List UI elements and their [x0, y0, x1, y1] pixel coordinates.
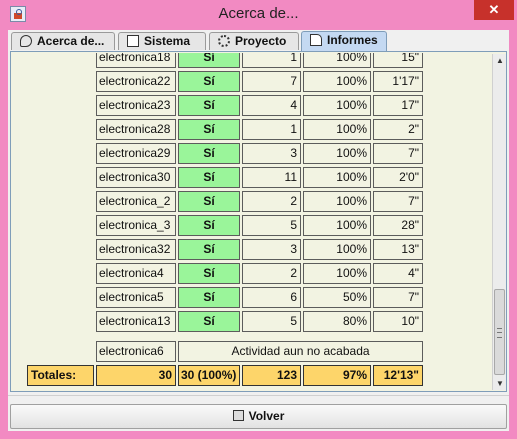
- tab-informes[interactable]: Informes: [301, 31, 387, 51]
- tab-strip: Acerca de... Sistema Proyecto Informes: [8, 30, 509, 52]
- row-time-cell: 7": [373, 191, 423, 212]
- monitor-icon: [127, 35, 139, 47]
- divider: [8, 395, 509, 402]
- row-percent-cell: 50%: [303, 287, 371, 308]
- row-count-cell: 5: [242, 215, 301, 236]
- tab-label: Sistema: [144, 34, 191, 48]
- row-name-cell: electronica5: [96, 287, 176, 308]
- row-name-cell: electronica23: [96, 95, 176, 116]
- row-percent-cell: 100%: [303, 71, 371, 92]
- row-time-cell: 4": [373, 263, 423, 284]
- row-percent-cell: 80%: [303, 311, 371, 332]
- totals-time: 12'13": [373, 365, 423, 386]
- tab-label: Informes: [327, 33, 378, 47]
- unfinished-message-cell: Actividad aun no acabada: [178, 341, 423, 362]
- totals-completed: 30 (100%): [178, 365, 240, 386]
- row-status-cell: Sí: [178, 311, 240, 332]
- row-percent-cell: 100%: [303, 191, 371, 212]
- tab-label: Acerca de...: [37, 34, 105, 48]
- speech-bubble-icon: [20, 35, 32, 47]
- gear-icon: [218, 35, 230, 47]
- row-time-cell: 13": [373, 239, 423, 260]
- row-name-cell: electronica4: [96, 263, 176, 284]
- row-name-cell: electronica_2: [96, 191, 176, 212]
- row-count-cell: 5: [242, 311, 301, 332]
- totals-percent: 97%: [303, 365, 371, 386]
- row-time-cell: 17": [373, 95, 423, 116]
- row-status-cell: Sí: [178, 71, 240, 92]
- row-count-cell: 4: [242, 95, 301, 116]
- row-count-cell: 3: [242, 239, 301, 260]
- row-count-cell: 7: [242, 71, 301, 92]
- row-name-cell: electronica22: [96, 71, 176, 92]
- row-time-cell: 7": [373, 143, 423, 164]
- row-percent-cell: 100%: [303, 239, 371, 260]
- volver-label: Volver: [248, 409, 285, 423]
- back-icon: [232, 410, 244, 421]
- tab-proyecto[interactable]: Proyecto: [209, 32, 299, 50]
- row-status-cell: Sí: [178, 119, 240, 140]
- tab-label: Proyecto: [235, 34, 287, 48]
- scroll-up-arrow-icon[interactable]: ▲: [494, 54, 506, 67]
- row-name-cell: electronica13: [96, 311, 176, 332]
- row-count-cell: 3: [242, 143, 301, 164]
- row-name-cell: electronica_3: [96, 215, 176, 236]
- row-percent-cell: 100%: [303, 215, 371, 236]
- row-name-cell: electronica18: [96, 53, 176, 68]
- row-time-cell: 2'0": [373, 167, 423, 188]
- row-count-cell: 1: [242, 119, 301, 140]
- row-percent-cell: 100%: [303, 95, 371, 116]
- volver-button[interactable]: Volver: [10, 404, 507, 429]
- title-bar: Acerca de... ✕: [0, 0, 517, 30]
- row-status-cell: Sí: [178, 167, 240, 188]
- row-name-cell: electronica28: [96, 119, 176, 140]
- totals-label: Totales:: [27, 365, 94, 386]
- vertical-scrollbar[interactable]: ▲ ▼: [492, 54, 506, 390]
- row-time-cell: 2": [373, 119, 423, 140]
- row-count-cell: 6: [242, 287, 301, 308]
- totals-activities: 30: [96, 365, 176, 386]
- row-status-cell: Sí: [178, 53, 240, 68]
- row-count-cell: 1: [242, 53, 301, 68]
- row-count-cell: 11: [242, 167, 301, 188]
- scrollbar-thumb[interactable]: [494, 289, 505, 375]
- row-count-cell: 2: [242, 191, 301, 212]
- row-status-cell: Sí: [178, 287, 240, 308]
- report-panel: electronica18 Sí 1 100% 15" electronica22 Sí 7 1…: [10, 51, 507, 392]
- unfinished-name-cell: electronica6: [96, 341, 176, 362]
- close-button[interactable]: ✕: [474, 0, 514, 20]
- tab-acerca-de[interactable]: Acerca de...: [11, 32, 115, 50]
- row-percent-cell: 100%: [303, 119, 371, 140]
- totals-count: 123: [242, 365, 301, 386]
- row-status-cell: Sí: [178, 143, 240, 164]
- row-status-cell: Sí: [178, 215, 240, 236]
- row-percent-cell: 100%: [303, 53, 371, 68]
- report-table[interactable]: electronica18 Sí 1 100% 15" electronica22 Sí 7 1…: [23, 53, 484, 389]
- row-time-cell: 10": [373, 311, 423, 332]
- row-time-cell: 28": [373, 215, 423, 236]
- row-status-cell: Sí: [178, 191, 240, 212]
- row-status-cell: Sí: [178, 263, 240, 284]
- row-count-cell: 2: [242, 263, 301, 284]
- grip-icon: [497, 328, 502, 338]
- scroll-down-arrow-icon[interactable]: ▼: [494, 377, 506, 390]
- row-name-cell: electronica30: [96, 167, 176, 188]
- document-icon: [310, 34, 322, 46]
- window-title: Acerca de...: [218, 5, 299, 22]
- row-percent-cell: 100%: [303, 143, 371, 164]
- row-time-cell: 15": [373, 53, 423, 68]
- row-time-cell: 7": [373, 287, 423, 308]
- row-status-cell: Sí: [178, 239, 240, 260]
- tab-sistema[interactable]: Sistema: [118, 32, 206, 50]
- row-name-cell: electronica29: [96, 143, 176, 164]
- row-percent-cell: 100%: [303, 167, 371, 188]
- dialog-client-area: Acerca de... Sistema Proyecto Informes e…: [8, 30, 509, 431]
- row-name-cell: electronica32: [96, 239, 176, 260]
- row-time-cell: 1'17": [373, 71, 423, 92]
- row-percent-cell: 100%: [303, 263, 371, 284]
- row-status-cell: Sí: [178, 95, 240, 116]
